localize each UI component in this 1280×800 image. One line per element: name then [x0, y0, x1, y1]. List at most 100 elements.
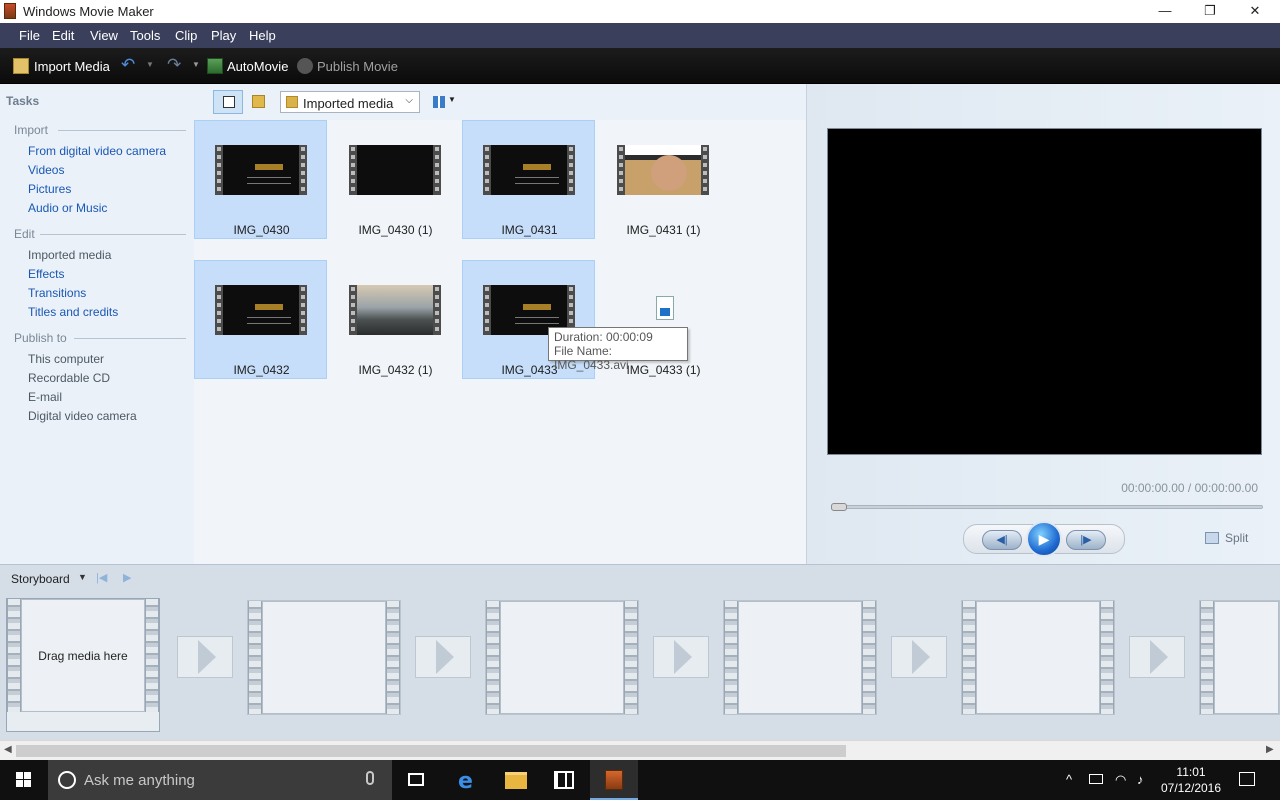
automovie-icon [207, 58, 223, 74]
action-center-icon[interactable] [1239, 772, 1255, 786]
storyboard-pane: Storyboard ▼ |◀ ▶ Drag media here [0, 564, 1280, 740]
file-explorer-taskbar-button[interactable] [492, 760, 540, 800]
publish-movie-icon [297, 58, 313, 74]
clock-time: 11:01 [1176, 765, 1206, 779]
chevron-down-icon: ⌵ [405, 95, 413, 106]
transition-slot[interactable] [1129, 636, 1185, 678]
preview-pane: 00:00:00.00 / 00:00:00.00 ◀| ▶ |▶ Split [806, 84, 1280, 564]
task-transitions[interactable]: Transitions [28, 286, 86, 300]
undo-dropdown-icon[interactable]: ▼ [146, 60, 154, 69]
task-imported-media[interactable]: Imported media [28, 248, 111, 262]
seek-bar[interactable] [831, 505, 1263, 509]
battery-icon[interactable] [1089, 774, 1103, 784]
taskbar-clock[interactable]: 11:01 07/12/2016 [1156, 764, 1226, 796]
start-button[interactable] [0, 760, 48, 800]
media-item-label: IMG_0430 [233, 223, 290, 237]
transition-slot[interactable] [891, 636, 947, 678]
play-button[interactable]: ▶ [1026, 521, 1062, 557]
video-thumbnail [617, 145, 709, 195]
publish-movie-button[interactable]: Publish Movie [317, 59, 398, 74]
cortana-search-box[interactable]: Ask me anything [48, 760, 392, 800]
movie-maker-taskbar-button[interactable] [590, 760, 638, 800]
storyboard-clip-slot[interactable] [961, 600, 1115, 715]
scrollbar-thumb[interactable] [16, 745, 846, 757]
show-hidden-icons-chevron-icon[interactable]: ^ [1066, 772, 1072, 787]
menu-tools[interactable]: Tools [130, 28, 160, 43]
transition-slot[interactable] [415, 636, 471, 678]
rewind-storyboard-icon[interactable]: |◀ [96, 571, 107, 584]
tooltip-filename: File Name: IMG_0433.avi [554, 344, 629, 372]
task-titles-and-credits[interactable]: Titles and credits [28, 305, 118, 319]
storyboard-clip-slot[interactable] [1199, 600, 1280, 715]
task-import-videos[interactable]: Videos [28, 163, 64, 177]
film-sprockets [248, 601, 262, 714]
volume-icon[interactable]: ♪ [1137, 772, 1144, 787]
microphone-icon[interactable] [366, 771, 374, 785]
automovie-button[interactable]: AutoMovie [227, 59, 288, 74]
store-taskbar-button[interactable] [540, 760, 588, 800]
minimize-button[interactable]: — [1142, 0, 1188, 23]
close-button[interactable]: ✕ [1232, 0, 1278, 23]
section-import: Import [14, 123, 49, 137]
task-publish-email[interactable]: E-mail [28, 390, 62, 404]
task-publish-this-computer[interactable]: This computer [28, 352, 104, 366]
storyboard-clip-frame [262, 601, 386, 714]
media-item-label: IMG_0431 (1) [626, 223, 701, 237]
menu-play[interactable]: Play [211, 28, 236, 43]
task-publish-recordable-cd[interactable]: Recordable CD [28, 371, 110, 385]
split-button[interactable]: Split [1205, 531, 1248, 545]
media-item-label: IMG_0430 (1) [358, 223, 433, 237]
storyboard-clip-slot[interactable] [485, 600, 639, 715]
cortana-icon [58, 771, 76, 789]
wifi-icon[interactable]: ◠ [1115, 772, 1126, 788]
storyboard-clip-slot[interactable] [247, 600, 401, 715]
edge-icon: e [458, 769, 473, 794]
redo-icon[interactable]: ↷ [167, 55, 181, 75]
task-view-button[interactable] [392, 760, 440, 800]
edge-taskbar-button[interactable]: e [444, 760, 492, 800]
storyboard-scrollbar[interactable]: ◀ ▶ [0, 740, 1280, 760]
storyboard-clip-slot[interactable]: Drag media here [6, 598, 160, 732]
section-divider [58, 130, 186, 131]
transition-slot[interactable] [177, 636, 233, 678]
previous-frame-button[interactable]: ◀| [982, 530, 1022, 550]
film-sprockets [962, 601, 976, 714]
redo-dropdown-icon[interactable]: ▼ [192, 60, 200, 69]
task-publish-digital-video-camera[interactable]: Digital video camera [28, 409, 137, 423]
menu-file[interactable]: File [19, 28, 40, 43]
media-item[interactable]: IMG_0432 [194, 260, 327, 379]
play-storyboard-icon[interactable]: ▶ [123, 571, 131, 584]
media-item[interactable]: IMG_0431 (1) [596, 120, 729, 239]
scroll-left-icon[interactable]: ◀ [4, 744, 12, 755]
views-button[interactable]: ▼ [428, 90, 458, 114]
views-dropdown-icon: ▼ [448, 95, 456, 104]
task-from-digital-video-camera[interactable]: From digital video camera [28, 144, 166, 158]
import-media-button[interactable]: Import Media [34, 59, 110, 74]
restore-button[interactable]: ❐ [1187, 0, 1233, 23]
timecode-display: 00:00:00.00 / 00:00:00.00 [1121, 481, 1258, 495]
task-import-audio[interactable]: Audio or Music [28, 201, 107, 215]
storyboard-dropdown-icon[interactable]: ▼ [78, 572, 87, 582]
next-frame-button[interactable]: |▶ [1066, 530, 1106, 550]
media-item[interactable]: IMG_0430 (1) [328, 120, 461, 239]
storyboard-clip-slot[interactable] [723, 600, 877, 715]
split-label: Split [1225, 531, 1249, 545]
transition-slot[interactable] [653, 636, 709, 678]
menu-view[interactable]: View [90, 28, 118, 43]
menu-help[interactable]: Help [249, 28, 276, 43]
media-item[interactable]: IMG_0430 [194, 120, 327, 239]
media-item[interactable]: IMG_0432 (1) [328, 260, 461, 379]
storyboard-label[interactable]: Storyboard [11, 572, 70, 586]
undo-icon[interactable]: ↶ [121, 55, 135, 75]
media-item[interactable]: IMG_0431 [462, 120, 595, 239]
scroll-right-icon[interactable]: ▶ [1266, 744, 1274, 755]
film-sprockets [145, 599, 159, 712]
show-collections-button[interactable] [243, 90, 273, 114]
show-tasks-button[interactable] [213, 90, 243, 114]
menu-clip[interactable]: Clip [175, 28, 197, 43]
task-effects[interactable]: Effects [28, 267, 64, 281]
menu-edit[interactable]: Edit [52, 28, 74, 43]
task-import-pictures[interactable]: Pictures [28, 182, 71, 196]
seek-handle[interactable] [831, 503, 847, 511]
collection-dropdown[interactable]: Imported media ⌵ [280, 91, 420, 113]
